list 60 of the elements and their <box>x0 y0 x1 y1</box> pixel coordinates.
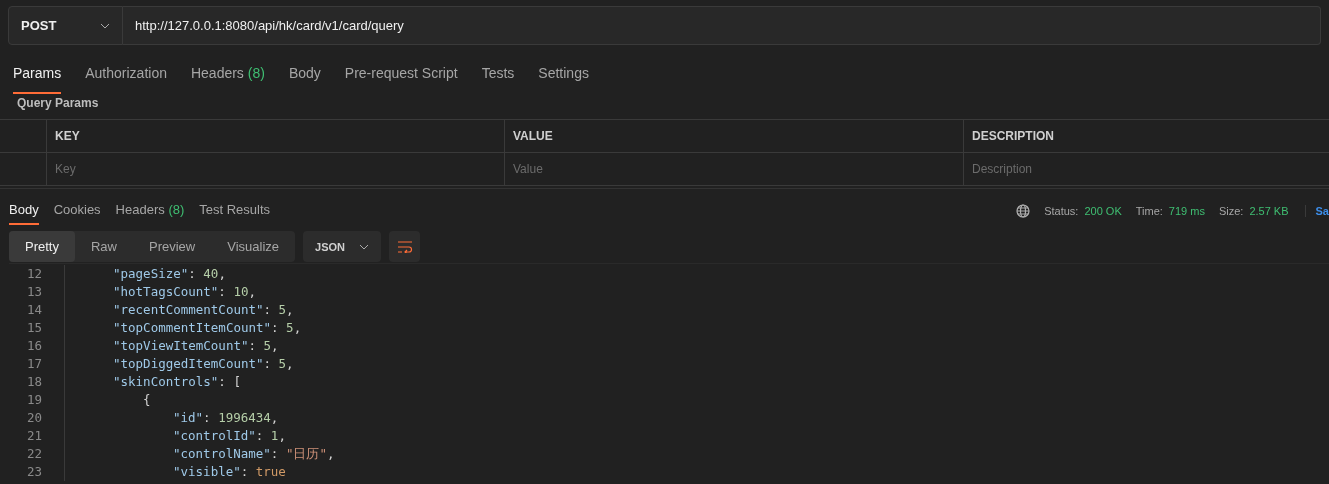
column-header: VALUE <box>504 120 963 153</box>
tab[interactable]: Authorization <box>85 61 167 94</box>
code-line: "id": 1996434, <box>172 409 279 427</box>
tab[interactable]: Cookies <box>53 202 101 225</box>
line-number: 18 <box>9 373 65 391</box>
section-title: Query Params <box>16 95 100 112</box>
line-number: 17 <box>9 355 65 373</box>
tab[interactable]: Params <box>13 61 62 94</box>
line-number: 12 <box>9 265 65 283</box>
label: Status: <box>1044 205 1079 217</box>
param-input[interactable]: Value <box>504 153 963 185</box>
wrap-lines-icon <box>396 240 413 253</box>
code-line: "topCommentItemCount": 5, <box>112 319 302 337</box>
tab[interactable]: Headers (8) <box>115 202 185 225</box>
chevron-down-icon <box>359 243 369 250</box>
line-number: 20 <box>9 409 65 427</box>
line-number: 19 <box>9 391 65 409</box>
url-field[interactable]: http://127.0.0.1:8080/api/hk/card/v1/card/query <box>123 6 1321 45</box>
line-number: 15 <box>9 319 65 337</box>
param-input[interactable]: Description <box>963 153 1329 185</box>
code-line: "controlName": "日历", <box>172 445 335 463</box>
line-number: 13 <box>9 283 65 301</box>
view-mode-tab[interactable]: Visualize <box>211 231 296 262</box>
value: 200 OK <box>1084 205 1122 217</box>
label: Time: <box>1135 205 1163 217</box>
value: 2.57 KB <box>1249 205 1289 217</box>
line-number: 23 <box>9 463 65 481</box>
save-link[interactable]: Sa <box>1304 205 1329 217</box>
column-header: KEY <box>46 120 504 153</box>
line-number: 21 <box>9 427 65 445</box>
param-input[interactable]: Key <box>46 153 504 185</box>
method-dropdown[interactable]: POST <box>8 6 123 45</box>
view-mode-tab[interactable]: Pretty <box>9 231 75 262</box>
code-line: "recentCommentCount": 5, <box>112 301 294 319</box>
line-number: 14 <box>9 301 65 319</box>
code-line: "hotTagsCount": 10, <box>112 283 256 301</box>
code-line: "topDiggedItemCount": 5, <box>112 355 294 373</box>
chevron-down-icon <box>100 22 110 29</box>
code-line: "controlId": 1, <box>172 427 286 445</box>
tab[interactable]: Tests <box>481 61 515 94</box>
tab[interactable]: Pre-request Script <box>344 61 458 94</box>
view-mode-tab[interactable]: Preview <box>133 231 212 262</box>
line-number: 22 <box>9 445 65 463</box>
code-line: "visible": true <box>172 463 286 481</box>
tab[interactable]: Headers (8) <box>190 61 265 94</box>
tab[interactable]: Body <box>288 61 321 94</box>
format-dropdown[interactable]: JSON <box>303 231 381 262</box>
globe-icon[interactable] <box>1016 204 1031 218</box>
view-mode-tab[interactable]: Raw <box>74 231 133 262</box>
code-line: "pageSize": 40, <box>112 265 226 283</box>
column-header: DESCRIPTION <box>963 120 1329 153</box>
tab[interactable]: Test Results <box>199 202 271 225</box>
label: Size: <box>1218 205 1244 217</box>
code-line: "topViewItemCount": 5, <box>112 337 279 355</box>
tab[interactable]: Body <box>9 202 39 225</box>
tab[interactable]: Settings <box>538 61 589 94</box>
line-number: 16 <box>9 337 65 355</box>
value: 719 ms <box>1168 205 1205 217</box>
code-line: "skinControls": [ <box>112 373 241 391</box>
code-line: { <box>142 391 151 409</box>
